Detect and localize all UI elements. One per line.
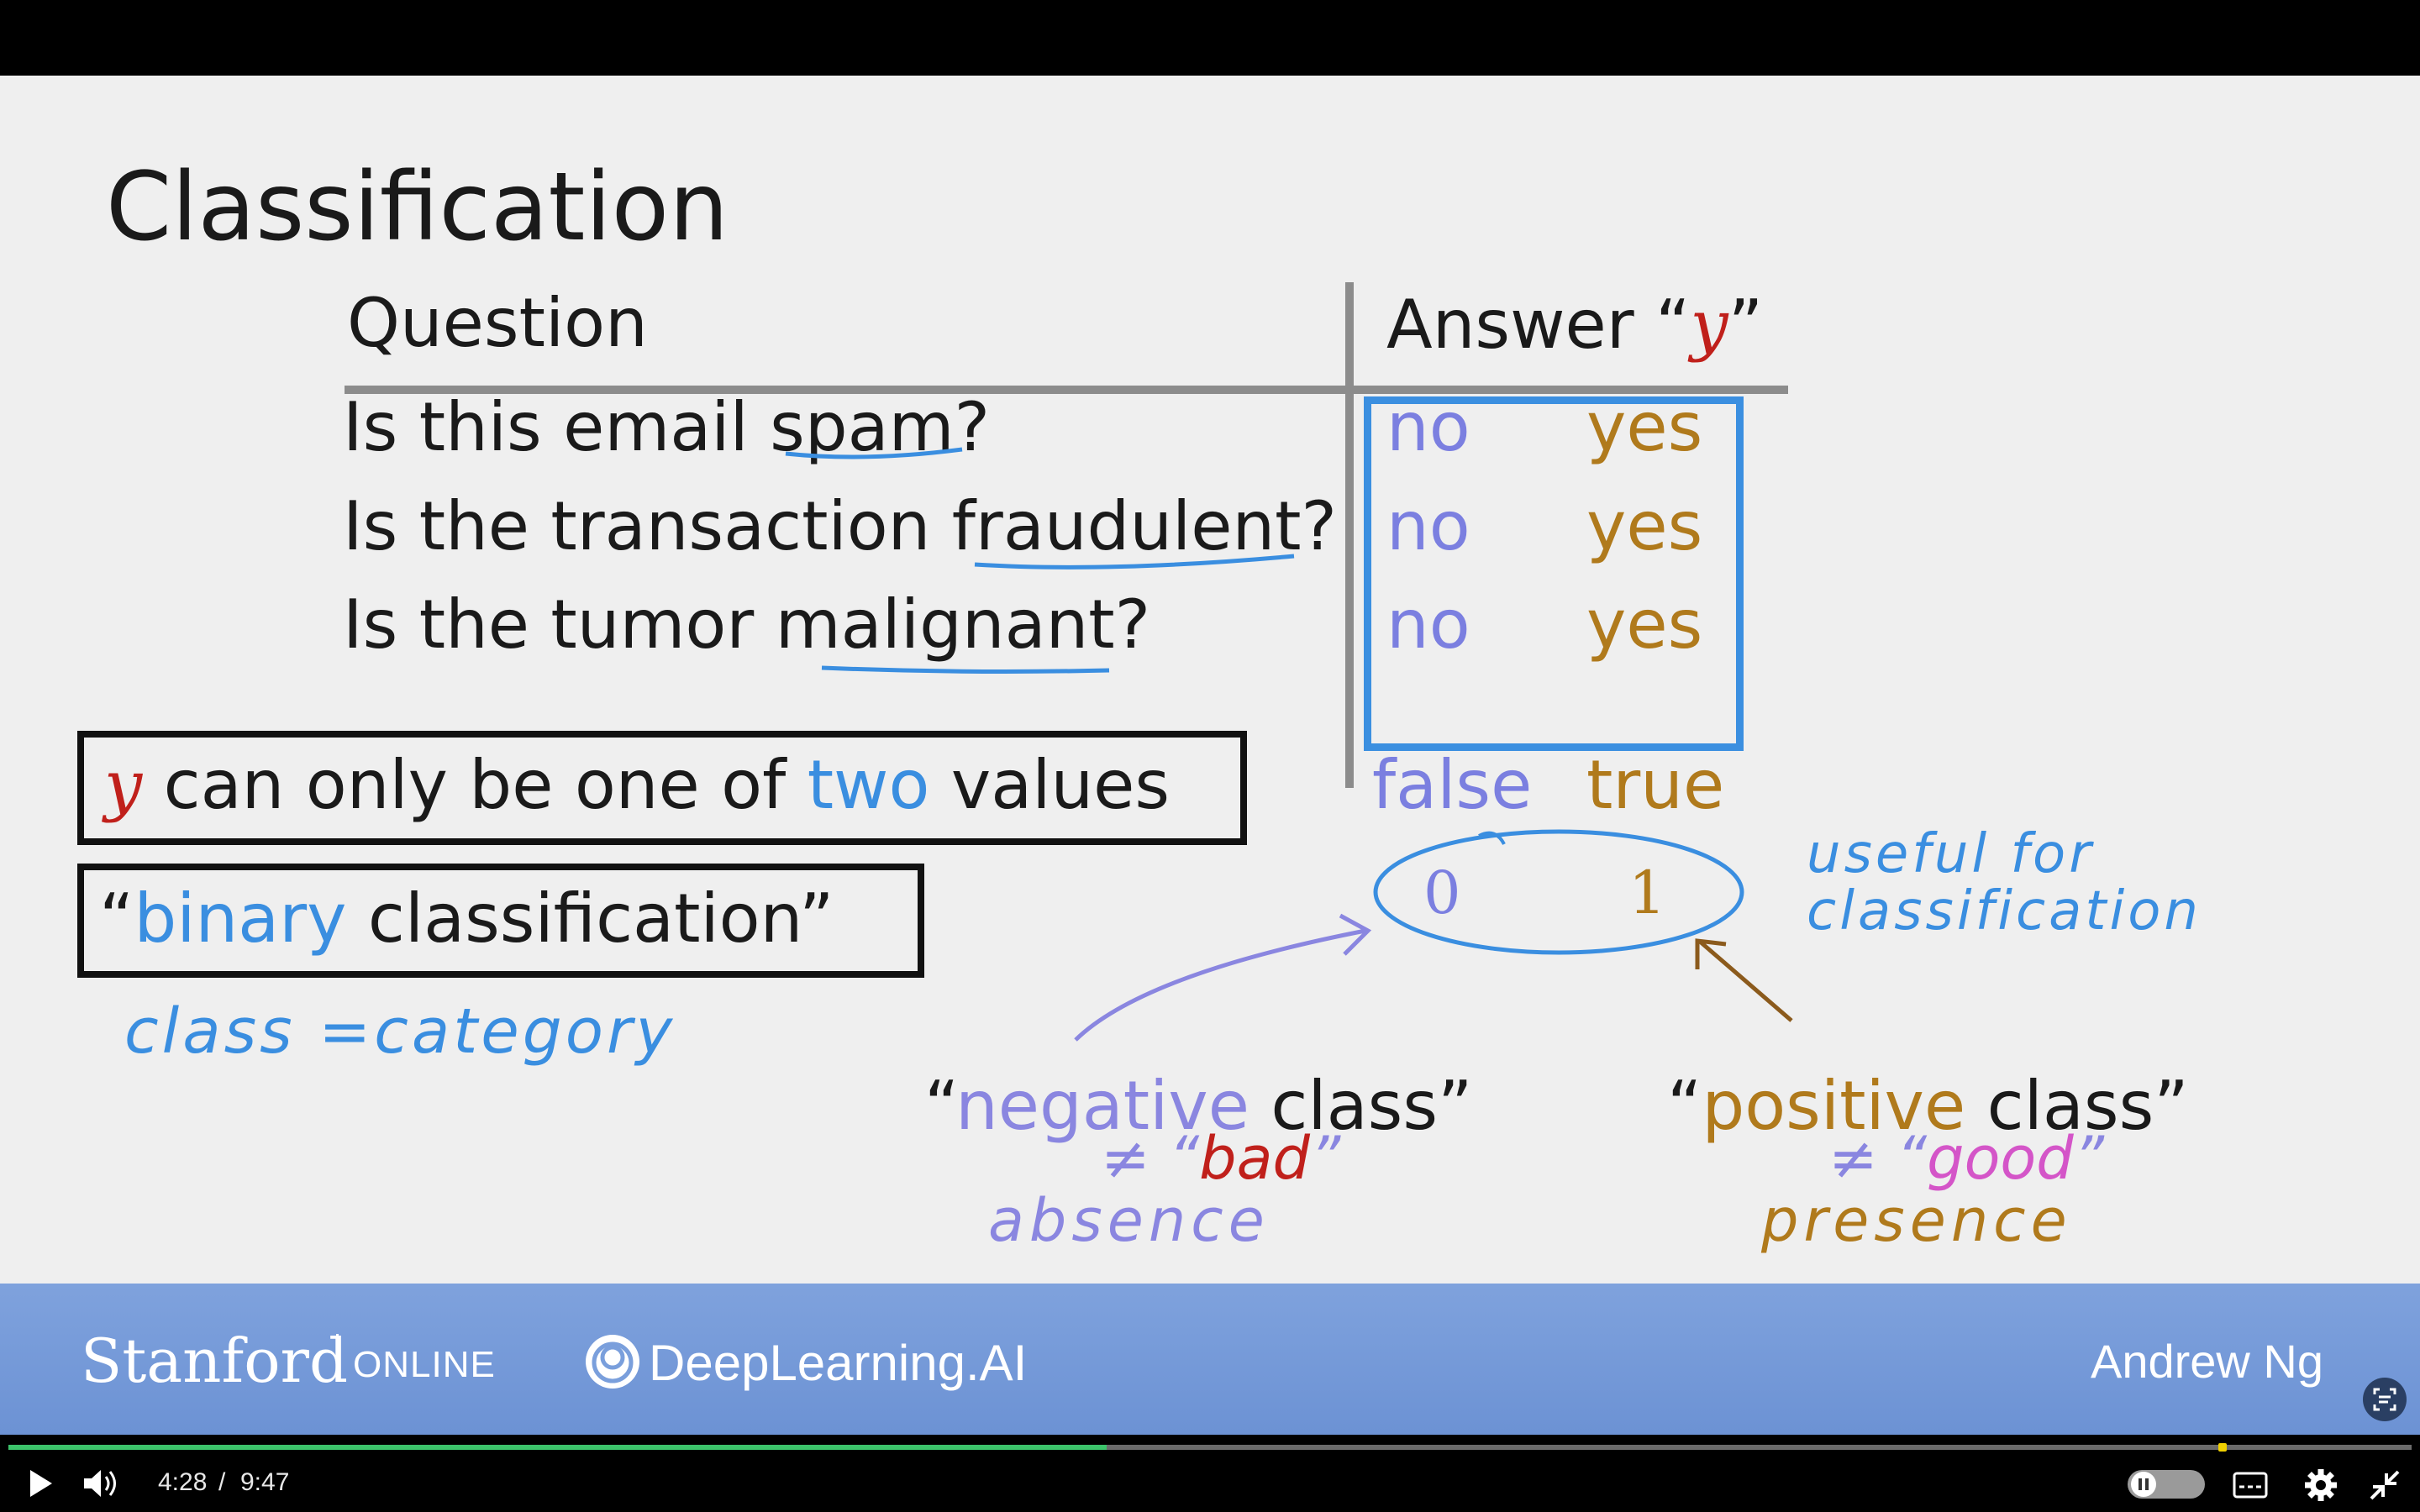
stanford-logo: Stanford [81, 1326, 349, 1396]
play-button[interactable] [22, 1465, 59, 1502]
arrow-to-one [1697, 939, 1793, 1022]
volume-icon [84, 1470, 116, 1497]
values-ellipse [1373, 829, 1744, 955]
video-controls-bar: 4:28 / 9:47 [0, 1435, 2420, 1512]
screen-capture-icon[interactable] [2363, 1378, 2407, 1421]
online-label: ONLINE [353, 1344, 496, 1385]
top-letterbox [0, 0, 2420, 76]
progress-fill [8, 1445, 1107, 1450]
arrow-to-zero [1074, 928, 1366, 1042]
course-footer-banner: Stanford ONLINE DeepLearning.AI Andrew N… [0, 1284, 2420, 1435]
captions-button[interactable] [2232, 1468, 2269, 1502]
progress-marker [2218, 1443, 2227, 1452]
underline-malignant [821, 665, 1110, 674]
exit-fullscreen-icon [2370, 1470, 2400, 1500]
underline-fraudulent [974, 554, 1295, 570]
current-time: 4:28 [158, 1468, 208, 1496]
pause-toggle[interactable] [2128, 1470, 2205, 1499]
captions-icon [2233, 1472, 2268, 1499]
settings-button[interactable] [2302, 1467, 2339, 1504]
progress-track[interactable] [8, 1443, 2412, 1452]
volume-button[interactable] [81, 1465, 121, 1502]
underline-spam [785, 447, 963, 459]
presenter-name: Andrew Ng [2091, 1335, 2324, 1388]
deeplearning-logo-icon [583, 1332, 642, 1391]
duration: 9:47 [240, 1468, 290, 1496]
time-separator: / [218, 1468, 226, 1496]
play-icon [30, 1470, 52, 1497]
logo-divider [336, 1334, 339, 1381]
deeplearning-logo-text: DeepLearning.AI [649, 1335, 1028, 1391]
settings-icon [2305, 1469, 2337, 1501]
video-frame[interactable]: Classification Question Answer “y” Is th… [0, 76, 2420, 1284]
annotation-strokes [785, 447, 1793, 1042]
pause-toggle-icon [2131, 1472, 2156, 1497]
exit-fullscreen-button[interactable] [2366, 1467, 2403, 1504]
